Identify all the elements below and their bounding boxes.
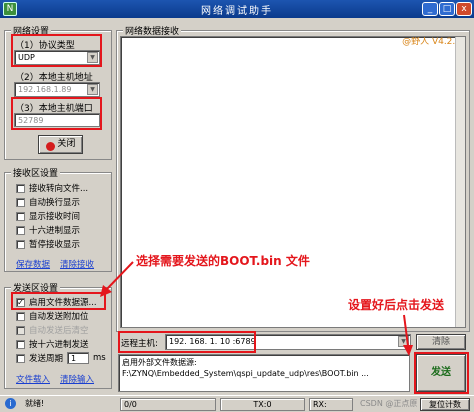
rx-counter: RX: bbox=[309, 398, 353, 411]
set-and-send-annotation: 设置好后点击发送 bbox=[348, 298, 445, 312]
csdn-watermark: CSDN @正点原子 bbox=[360, 399, 417, 408]
status-counter-1: 0/0 bbox=[120, 398, 216, 411]
select-file-arrow-icon bbox=[100, 261, 413, 356]
status-bar: i 就绪! 0/0 TX:0 RX: CSDN @正点原子 复位计数 bbox=[0, 395, 474, 412]
tx-counter: TX:0 bbox=[220, 398, 305, 411]
ready-status: 就绪! bbox=[25, 399, 45, 408]
reset-count-button[interactable]: 复位计数 bbox=[420, 398, 470, 411]
